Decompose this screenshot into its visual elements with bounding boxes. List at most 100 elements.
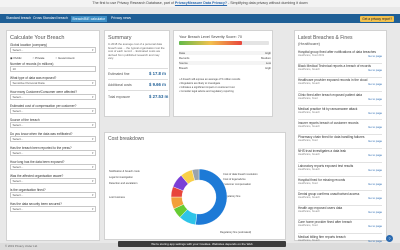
calc-field-7[interactable]: Select... ▾ — [10, 150, 96, 156]
feed-item-link[interactable]: Go to page — [368, 239, 382, 243]
feed-item[interactable]: Care home provider fined after breach Hea… — [298, 220, 382, 228]
divider — [298, 119, 382, 120]
metric-value-additional: $ 9.66 m — [149, 82, 166, 87]
feed-item-link[interactable]: Go to page — [368, 196, 382, 200]
summary-panel: Summary In 2018 the average cost of a pe… — [104, 30, 170, 117]
feed-item[interactable]: Pharmacy chain fined for data handling f… — [298, 135, 382, 143]
feed-item[interactable]: Clinic fined after breach exposed patien… — [298, 93, 382, 101]
cost-breakdown-title: Cost breakdown — [108, 136, 145, 142]
divider — [298, 161, 382, 163]
severity-title: Your Breach Level Severity Score: 70 — [179, 35, 242, 39]
feed-subtitle: (Healthcare) — [298, 41, 321, 46]
feed-item[interactable]: Health app exposed users data Healthcare,… — [298, 206, 382, 214]
calc-field-0[interactable]: Select... ▾ — [10, 47, 96, 53]
calc-value-8: Select... — [12, 165, 24, 169]
severity-note: • Consider legal advice and regulatory r… — [179, 90, 234, 93]
severity-row-breach: Breach High — [179, 66, 271, 70]
chevron-down-icon: ▾ — [91, 137, 94, 141]
feed-item-link[interactable]: Go to page — [368, 224, 382, 228]
divider — [298, 105, 382, 106]
sector-radio-group: ◉ Public ○ Private ○ Government — [10, 56, 84, 60]
feed-item[interactable]: Laboratory reports exposed test results H… — [298, 164, 382, 172]
calc-field-4[interactable]: Select... ▾ — [10, 108, 96, 114]
calc-field-3[interactable]: Select... ▾ — [10, 94, 96, 100]
top-nav: Standard breach Cross Standard breach Br… — [0, 14, 400, 23]
severity-row-value: High — [265, 51, 271, 55]
nav-breach-calculator[interactable]: Breach/BIE calculator — [71, 15, 107, 22]
severity-note: • A breach will expose an average of 5 m… — [179, 78, 241, 81]
feed-item[interactable]: Medical billing firm reports breach Healt… — [298, 235, 382, 243]
cost-label-left-1: Legal & investigation — [109, 176, 133, 179]
feed-item[interactable]: Insurer reports breach of customer recor… — [298, 121, 382, 129]
nav-privacy-news[interactable]: Privacy news — [111, 16, 131, 21]
calc-field-5[interactable]: Select... ▾ — [10, 122, 96, 128]
chevron-down-icon: ▾ — [91, 179, 94, 183]
calc-field-11[interactable]: Select... ▾ — [10, 206, 96, 212]
feed-item-link[interactable]: Go to page — [368, 210, 382, 214]
severity-panel: Your Breach Level Severity Score: 70 Dat… — [173, 30, 273, 117]
help-button[interactable]: ? — [386, 235, 393, 242]
calc-field-6[interactable]: Select... ▾ — [10, 136, 96, 142]
feed-item[interactable]: Dental group confirms unauthorised acces… — [298, 192, 382, 200]
severity-row-label: Source — [179, 61, 188, 65]
feed-item-link[interactable]: Go to page — [368, 97, 382, 101]
radio-private[interactable]: ○ Private — [32, 56, 49, 60]
calc-value-0: Select... — [12, 48, 24, 52]
cookie-banner[interactable]: We're storing app settings with your Coo… — [118, 241, 286, 247]
severity-note-text: Regulators are likely to investigate — [180, 82, 221, 85]
feed-item-link[interactable]: Go to page — [368, 182, 382, 186]
calc-value-5: Select... — [12, 123, 24, 127]
severity-note-text: A breach will expose an average of 5 mil… — [180, 78, 241, 81]
cost-breakdown-panel: Cost breakdown Notification & breach cos… — [104, 132, 286, 240]
calc-value-6: Select... — [12, 137, 24, 141]
privacy-report-button[interactable]: Get a privacy report? — [360, 15, 394, 22]
calculator-title: Calculate Your Breach — [10, 35, 65, 41]
feed-item[interactable]: Healthcare provider exposed records in t… — [298, 78, 382, 86]
calc-field-2[interactable]: Sensitive Personal Data ▾ — [10, 80, 96, 86]
severity-row-label: Breach — [179, 66, 188, 70]
calc-field-1[interactable]: 10 — [10, 66, 96, 72]
promo-link[interactable]: PrivacyMeasure Data Privacy? — [175, 1, 227, 5]
chevron-down-icon: ▾ — [91, 95, 94, 99]
feed-item[interactable]: Hospital group fined after notifications… — [298, 50, 382, 58]
summary-text: In 2018 the average cost of a personal d… — [108, 42, 165, 61]
divider — [298, 76, 382, 78]
feed-item-link[interactable]: Go to page — [368, 125, 382, 129]
feed-item-link[interactable]: Go to page — [368, 139, 382, 143]
metric-label-fine: Estimated fine — [108, 72, 130, 76]
feed-item-link[interactable]: Go to page — [368, 68, 382, 72]
feed-item[interactable]: Hospital fined for missing records Health… — [298, 178, 382, 186]
severity-row-value: Medium — [261, 56, 271, 60]
feed-item-link[interactable]: Go to page — [368, 168, 382, 172]
feed-item-link[interactable]: Go to page — [368, 82, 382, 86]
divider — [298, 62, 382, 63]
chevron-down-icon: ▾ — [91, 123, 94, 127]
feed-item-link[interactable]: Go to page — [368, 153, 382, 157]
feed-item-link[interactable]: Go to page — [368, 111, 382, 115]
footer-text: © 2019 Privacy Under Ltd. — [5, 244, 38, 248]
nav-standard-breach[interactable]: Standard breach — [6, 16, 31, 21]
divider — [108, 79, 168, 80]
feed-item[interactable]: Medical practice hit by ransomware attac… — [298, 107, 382, 115]
feed-item[interactable]: NHS trust investigates a data leak Health… — [298, 149, 382, 157]
calc-field-10[interactable]: Select... ▾ — [10, 192, 96, 198]
calc-field-8[interactable]: Select... ▾ — [10, 164, 96, 170]
feed-item[interactable]: Black Medical Technical reports a breach… — [298, 64, 382, 72]
divider — [298, 204, 382, 205]
severity-row-value: Low — [265, 61, 271, 65]
chevron-down-icon: ▾ — [91, 81, 94, 85]
severity-row-value: High — [265, 66, 271, 70]
metric-label-total: Total exposure — [108, 95, 131, 99]
cost-label-bottom: Regulatory fine (estimated) — [220, 231, 252, 234]
radio-public[interactable]: ◉ Public — [10, 56, 27, 60]
metric-value-total: $ 27.53 m — [149, 94, 169, 99]
feed-item-link[interactable]: Go to page — [368, 54, 382, 58]
promo-prefix: The first to use Privacy Research Databa… — [92, 1, 174, 5]
calc-field-9[interactable]: Select... ▾ — [10, 178, 96, 184]
calc-value-7: Select... — [12, 151, 24, 155]
severity-note-text: Consider legal advice and regulatory rep… — [180, 90, 234, 93]
cost-label-left-2: Detection and escalation — [109, 182, 138, 185]
nav-cross-standard-breach[interactable]: Cross Standard breach — [33, 16, 68, 21]
radio-government[interactable]: ○ Government — [55, 56, 79, 60]
chevron-down-icon: ▾ — [91, 109, 94, 113]
